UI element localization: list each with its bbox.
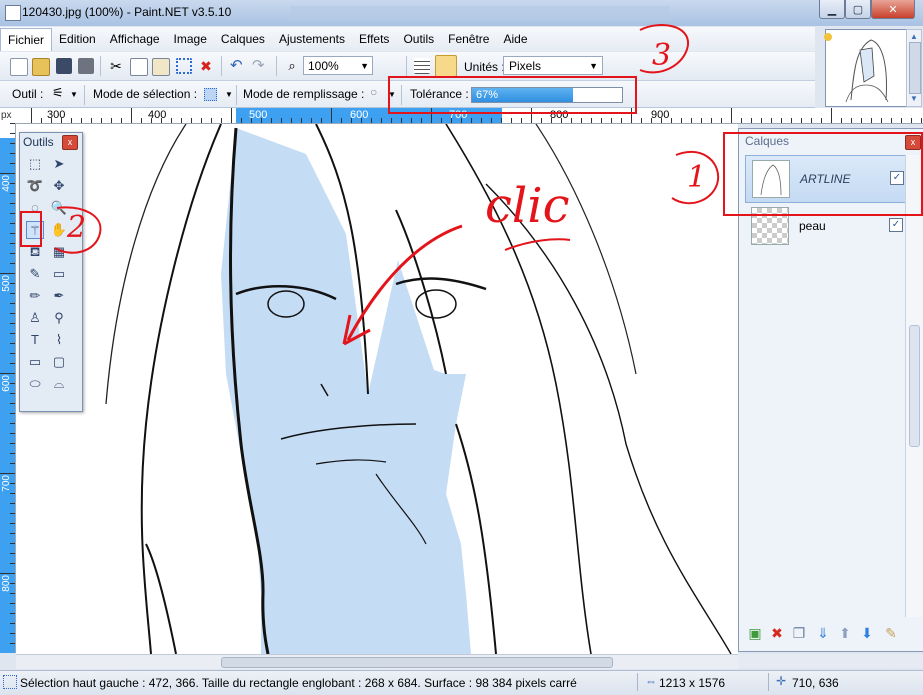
annotation-step-3: 3 (652, 38, 672, 73)
annotation-box-magic-wand (20, 211, 42, 247)
annotation-step-2: 2 (67, 210, 87, 245)
tutorial-annotations (20, 24, 923, 346)
annotation-step-1: 1 (687, 160, 707, 195)
annotation-arrow (346, 224, 463, 341)
annotation-box-tolerance (388, 76, 637, 114)
annotation-underline (504, 238, 571, 251)
annotation-box-layer (723, 132, 923, 216)
annotation-clic: clic (485, 178, 570, 234)
